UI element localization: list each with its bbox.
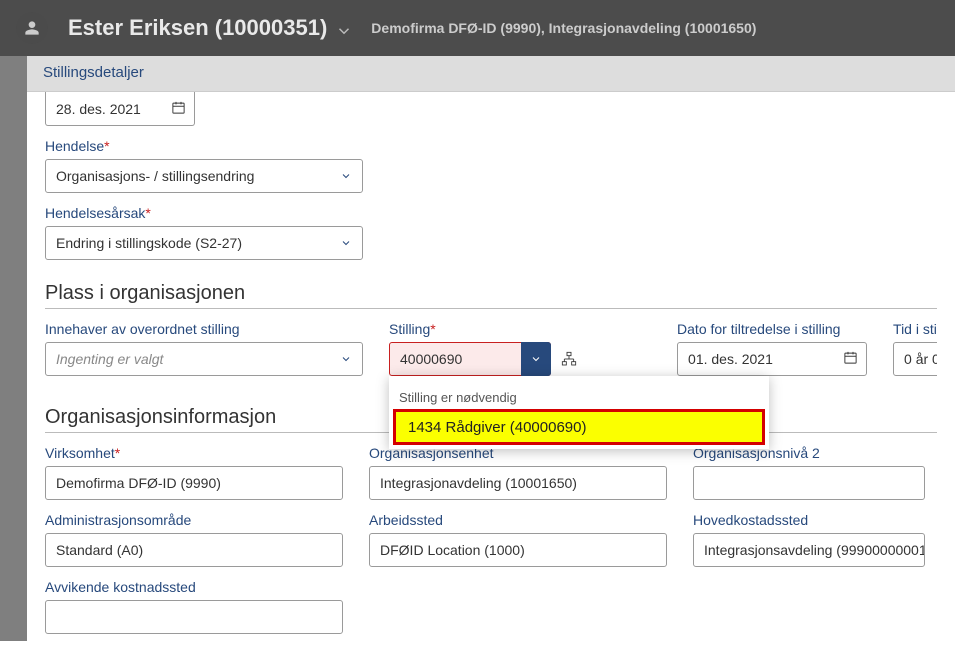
hendelse-label: Hendelse* (45, 138, 937, 154)
innehaver-label: Innehaver av overordnet stilling (45, 321, 363, 337)
avvikende-field: Avvikende kostnadssted (45, 579, 343, 634)
tid-label: Tid i sti (893, 321, 937, 337)
arbeidssted-input[interactable]: DFØID Location (1000) (369, 533, 667, 567)
arbeidssted-label: Arbeidssted (369, 512, 667, 528)
adminomrade-value: Standard (A0) (56, 542, 143, 558)
stilling-option[interactable]: 1434 Rådgiver (40000690) (393, 409, 765, 445)
innehaver-field: Innehaver av overordnet stilling Ingenti… (45, 321, 363, 376)
calendar-icon[interactable] (171, 100, 186, 118)
adminomrade-field: Administrasjonsområde Standard (A0) (45, 512, 343, 567)
chevron-down-icon (330, 160, 362, 192)
virksomhet-input[interactable]: Demofirma DFØ-ID (9990) (45, 466, 343, 500)
hendelse-select[interactable]: Organisasjons- / stillingsendring (45, 159, 363, 193)
page-title: Ester Eriksen (10000351) (68, 15, 327, 41)
stilling-error-text: Stilling er nødvendig (399, 390, 769, 405)
arbeidssted-field: Arbeidssted DFØID Location (1000) (369, 512, 667, 567)
hendelse-field: Hendelse* Organisasjons- / stillingsendr… (45, 138, 937, 193)
title-dropdown[interactable] (335, 22, 353, 40)
avvikende-input[interactable] (45, 600, 343, 634)
hovedkost-label: Hovedkostadssted (693, 512, 925, 528)
stilling-dropdown: Stilling er nødvendig 1434 Rådgiver (400… (389, 376, 769, 449)
start-date-field[interactable]: 28. des. 2021 (45, 92, 195, 126)
modal-dialog: Stillingsdetaljer 28. des. 2021 Hendelse… (27, 56, 955, 641)
tid-value: 0 år 0 (904, 351, 937, 367)
hovedkost-input[interactable]: Integrasjonsavdeling (99900000001100) (693, 533, 925, 567)
stilling-label: Stilling* (389, 321, 651, 337)
section-plass: Plass i organisasjonen (45, 282, 937, 309)
tid-input[interactable]: 0 år 0 (893, 342, 937, 376)
stilling-dropdown-button[interactable] (521, 342, 551, 376)
stilling-field: Stilling* 40000690 Stilling er nødvendig (389, 321, 651, 376)
avvikende-label: Avvikende kostnadssted (45, 579, 343, 595)
innehaver-placeholder: Ingenting er valgt (56, 351, 163, 367)
tid-field: Tid i sti 0 år 0 (893, 321, 937, 376)
orgenhet-field: Organisasjonsenhet Integrasjonavdeling (… (369, 445, 667, 500)
virksomhet-field: Virksomhet* Demofirma DFØ-ID (9990) (45, 445, 343, 500)
orgenhet-value: Integrasjonavdeling (10001650) (380, 475, 577, 491)
stilling-value: 40000690 (400, 351, 462, 367)
orgniva2-field: Organisasjonsnivå 2 (693, 445, 925, 500)
chevron-down-icon (330, 343, 362, 375)
innehaver-select[interactable]: Ingenting er valgt (45, 342, 363, 376)
page-header: Ester Eriksen (10000351) Demofirma DFØ-I… (0, 0, 955, 56)
modal-header: Stillingsdetaljer (27, 56, 955, 92)
hendelsesarsak-select[interactable]: Endring i stillingskode (S2-27) (45, 226, 363, 260)
orgniva2-input[interactable] (693, 466, 925, 500)
tiltredelse-label: Dato for tiltredelse i stilling (677, 321, 867, 337)
hendelsesarsak-field: Hendelsesårsak* Endring i stillingskode … (45, 205, 937, 260)
hendelsesarsak-value: Endring i stillingskode (S2-27) (56, 235, 242, 251)
adminomrade-input[interactable]: Standard (A0) (45, 533, 343, 567)
tiltredelse-field: Dato for tiltredelse i stilling 01. des.… (677, 321, 867, 376)
virksomhet-value: Demofirma DFØ-ID (9990) (56, 475, 221, 491)
hovedkost-value: Integrasjonsavdeling (99900000001100) (704, 542, 925, 558)
modal-title: Stillingsdetaljer (43, 64, 939, 81)
hendelse-value: Organisasjons- / stillingsendring (56, 168, 254, 184)
page-subtitle: Demofirma DFØ-ID (9990), Integrasjonavde… (371, 20, 756, 36)
tiltredelse-input[interactable]: 01. des. 2021 (677, 342, 867, 376)
hovedkost-field: Hovedkostadssted Integrasjonsavdeling (9… (693, 512, 925, 567)
stilling-input[interactable]: 40000690 (389, 342, 551, 376)
tiltredelse-value: 01. des. 2021 (688, 351, 773, 367)
arbeidssted-value: DFØID Location (1000) (380, 542, 525, 558)
start-date-value: 28. des. 2021 (56, 101, 141, 117)
virksomhet-label: Virksomhet* (45, 445, 343, 461)
org-hierarchy-icon[interactable] (561, 351, 577, 367)
calendar-icon[interactable] (843, 350, 858, 368)
adminomrade-label: Administrasjonsområde (45, 512, 343, 528)
orgenhet-input[interactable]: Integrasjonavdeling (10001650) (369, 466, 667, 500)
hendelsesarsak-label: Hendelsesårsak* (45, 205, 937, 221)
chevron-down-icon (330, 227, 362, 259)
avatar[interactable] (16, 12, 48, 44)
